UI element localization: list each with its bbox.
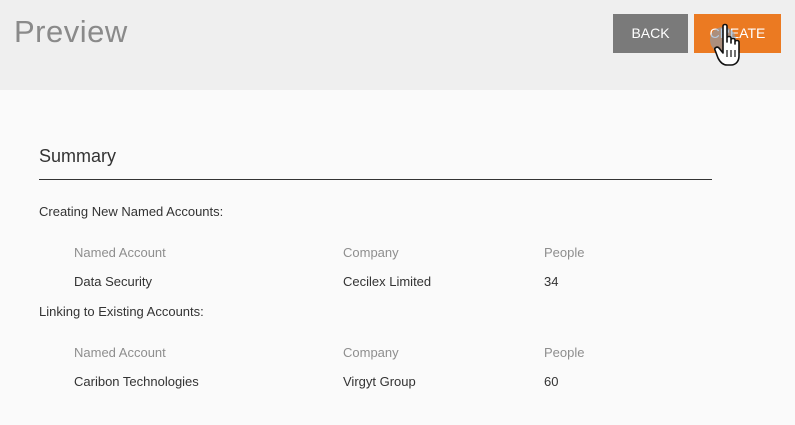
page-title: Preview <box>14 14 128 49</box>
new-accounts-table: Named Account Company People Data Securi… <box>74 238 674 296</box>
column-header-company: Company <box>343 345 399 360</box>
existing-accounts-table: Named Account Company People Caribon Tec… <box>74 338 674 396</box>
create-button[interactable]: CREATE <box>694 14 781 53</box>
table-row: Data Security Cecilex Limited 34 <box>74 267 674 296</box>
people-cell: 60 <box>544 374 559 389</box>
company-cell: Virgyt Group <box>343 374 416 389</box>
column-header-people: People <box>544 245 585 260</box>
table-row: Caribon Technologies Virgyt Group 60 <box>74 367 674 396</box>
named-account-cell: Data Security <box>74 274 153 289</box>
linking-accounts-label: Linking to Existing Accounts: <box>39 304 204 319</box>
column-header-company: Company <box>343 245 399 260</box>
people-cell: 34 <box>544 274 559 289</box>
back-button[interactable]: BACK <box>613 14 688 53</box>
named-account-cell: Caribon Technologies <box>74 374 199 389</box>
summary-panel: Summary <box>39 146 712 180</box>
summary-title: Summary <box>39 146 712 180</box>
table-header-row: Named Account Company People <box>74 338 674 367</box>
company-cell: Cecilex Limited <box>343 274 432 289</box>
table-header-row: Named Account Company People <box>74 238 674 267</box>
creating-accounts-label: Creating New Named Accounts: <box>39 204 224 219</box>
column-header-named-account: Named Account <box>74 345 166 360</box>
column-header-named-account: Named Account <box>74 245 166 260</box>
column-header-people: People <box>544 345 585 360</box>
header-bar: Preview BACK CREATE <box>0 0 795 90</box>
